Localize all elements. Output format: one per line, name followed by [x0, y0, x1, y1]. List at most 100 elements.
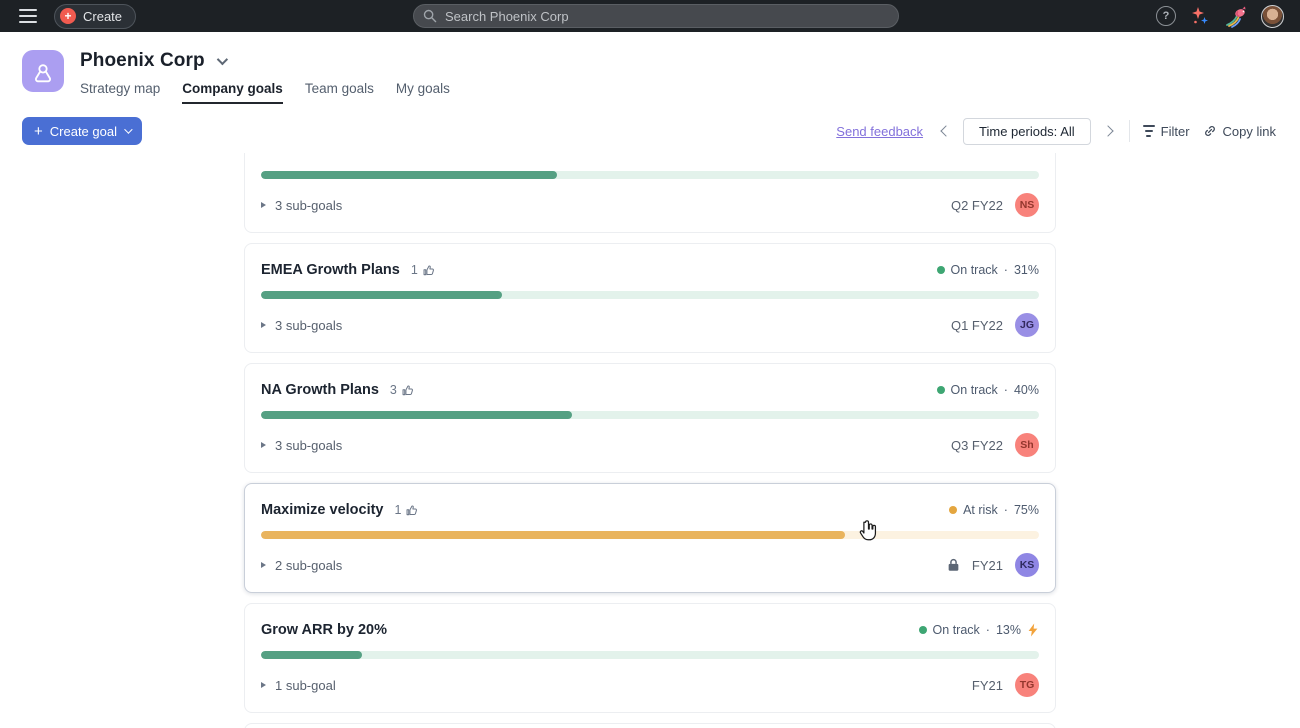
plus-icon: + [34, 124, 43, 139]
subgoals-label: 2 sub-goals [275, 558, 342, 573]
goal-title[interactable]: NA Growth Plans [261, 382, 379, 398]
status-separator: · [986, 623, 990, 637]
tab-my-goals[interactable]: My goals [396, 81, 450, 104]
app-window: + Create ? [0, 0, 1300, 728]
goal-title[interactable]: Grow ARR by 20% [261, 622, 387, 638]
global-search [413, 4, 899, 28]
goal-card[interactable]: 3 sub-goals Q2 FY22 NS [244, 153, 1056, 233]
goal-title[interactable]: Maximize velocity [261, 502, 384, 518]
header-text: Phoenix Corp Strategy map Company goals … [80, 50, 450, 104]
org-switcher-chevron-down-icon[interactable] [216, 54, 227, 65]
progress-bar-fill [261, 651, 362, 659]
owner-avatar[interactable]: Sh [1015, 433, 1039, 457]
time-period-label: Q1 FY22 [951, 318, 1003, 333]
search-input[interactable] [413, 4, 899, 28]
link-icon [1203, 124, 1217, 138]
status-percent: 75% [1014, 503, 1039, 517]
goal-likes[interactable]: 3 [390, 383, 414, 397]
goal-card[interactable]: EMEA Growth Plans 1 On track · 31% 3 sub… [244, 243, 1056, 353]
status-label: On track [951, 383, 998, 397]
progress-bar-fill [261, 171, 557, 179]
create-button-label: Create [83, 9, 122, 24]
help-icon[interactable]: ? [1156, 6, 1176, 26]
subgoals-expander[interactable]: 2 sub-goals [261, 558, 342, 573]
time-period-label: FY21 [972, 558, 1003, 573]
topbar-actions: ? [1156, 4, 1290, 28]
time-period-label: Q3 FY22 [951, 438, 1003, 453]
plus-icon: + [60, 8, 76, 24]
goal-card[interactable]: Grow ARR by 20% On track · 13% 1 sub-goa… [244, 603, 1056, 713]
thumbs-up-icon [401, 384, 414, 397]
subgoals-expander[interactable]: 3 sub-goals [261, 318, 342, 333]
global-create-button[interactable]: + Create [54, 4, 136, 29]
tab-team-goals[interactable]: Team goals [305, 81, 374, 104]
subgoals-expander[interactable]: 3 sub-goals [261, 438, 342, 453]
status-separator: · [1004, 383, 1008, 397]
send-feedback-link[interactable]: Send feedback [836, 124, 923, 139]
user-profile-avatar[interactable] [1261, 5, 1284, 28]
status-dot-icon [937, 386, 945, 394]
status-label: At risk [963, 503, 998, 517]
progress-bar-track [261, 171, 1039, 179]
ai-sparkles-icon[interactable] [1189, 5, 1211, 27]
caret-right-icon [261, 202, 266, 208]
subgoals-label: 3 sub-goals [275, 198, 342, 213]
search-icon [423, 9, 437, 23]
toolbar-divider [1129, 120, 1130, 142]
owner-avatar[interactable]: JG [1015, 313, 1039, 337]
caret-right-icon [261, 562, 266, 568]
goal-status: On track · 13% [919, 623, 1039, 637]
mascot-flying-pig-icon[interactable] [1224, 4, 1248, 28]
goal-likes[interactable]: 1 [411, 263, 435, 277]
progress-bar-track [261, 651, 1039, 659]
create-goal-button[interactable]: + Create goal [22, 117, 142, 145]
time-periods-button[interactable]: Time periods: All [963, 118, 1091, 145]
subgoals-expander[interactable]: 1 sub-goal [261, 678, 336, 693]
page-header: Phoenix Corp Strategy map Company goals … [0, 32, 1300, 104]
menu-hamburger-icon[interactable] [14, 4, 42, 28]
status-dot-icon [949, 506, 957, 514]
goal-status: At risk · 75% [949, 503, 1039, 517]
lock-icon [947, 558, 960, 572]
top-navigation-bar: + Create ? [0, 0, 1300, 32]
status-percent: 31% [1014, 263, 1039, 277]
filter-icon [1143, 125, 1155, 136]
progress-bar-fill [261, 531, 845, 539]
tab-company-goals[interactable]: Company goals [182, 81, 283, 104]
time-period-prev-chevron-icon[interactable] [940, 125, 951, 136]
goal-title[interactable]: EMEA Growth Plans [261, 262, 400, 278]
owner-avatar[interactable]: NS [1015, 193, 1039, 217]
time-period-next-chevron-icon[interactable] [1102, 125, 1113, 136]
owner-avatar[interactable]: KS [1015, 553, 1039, 577]
subgoals-expander[interactable]: 3 sub-goals [261, 198, 342, 213]
filter-label: Filter [1161, 124, 1190, 139]
progress-bar-track [261, 291, 1039, 299]
tab-strategy-map[interactable]: Strategy map [80, 81, 160, 104]
likes-count: 3 [390, 383, 397, 397]
goal-likes[interactable]: 1 [395, 503, 419, 517]
chevron-down-icon [124, 125, 132, 133]
status-percent: 13% [996, 623, 1021, 637]
goal-card[interactable]: Maximize velocity 1 At risk · 75% 2 sub-… [244, 483, 1056, 593]
status-label: On track [933, 623, 980, 637]
goal-list-viewport: 3 sub-goals Q2 FY22 NS EMEA Growth Plans… [0, 153, 1300, 728]
thumbs-up-icon [422, 264, 435, 277]
organization-avatar-icon [22, 50, 64, 92]
owner-avatar[interactable]: TG [1015, 673, 1039, 697]
caret-right-icon [261, 442, 266, 448]
goal-card[interactable] [244, 723, 1056, 728]
goals-toolbar: + Create goal Send feedback Time periods… [0, 104, 1300, 145]
goal-card[interactable]: NA Growth Plans 3 On track · 40% 3 sub-g… [244, 363, 1056, 473]
page-title: Phoenix Corp [80, 50, 205, 72]
time-period-label: FY21 [972, 678, 1003, 693]
copy-link-button[interactable]: Copy link [1203, 124, 1276, 139]
caret-right-icon [261, 682, 266, 688]
filter-button[interactable]: Filter [1143, 124, 1190, 139]
time-period-label: Q2 FY22 [951, 198, 1003, 213]
lightning-bolt-icon [1027, 623, 1039, 637]
status-separator: · [1004, 263, 1008, 277]
status-percent: 40% [1014, 383, 1039, 397]
status-dot-icon [937, 266, 945, 274]
goal-list: 3 sub-goals Q2 FY22 NS EMEA Growth Plans… [244, 153, 1056, 728]
copy-link-label: Copy link [1223, 124, 1276, 139]
